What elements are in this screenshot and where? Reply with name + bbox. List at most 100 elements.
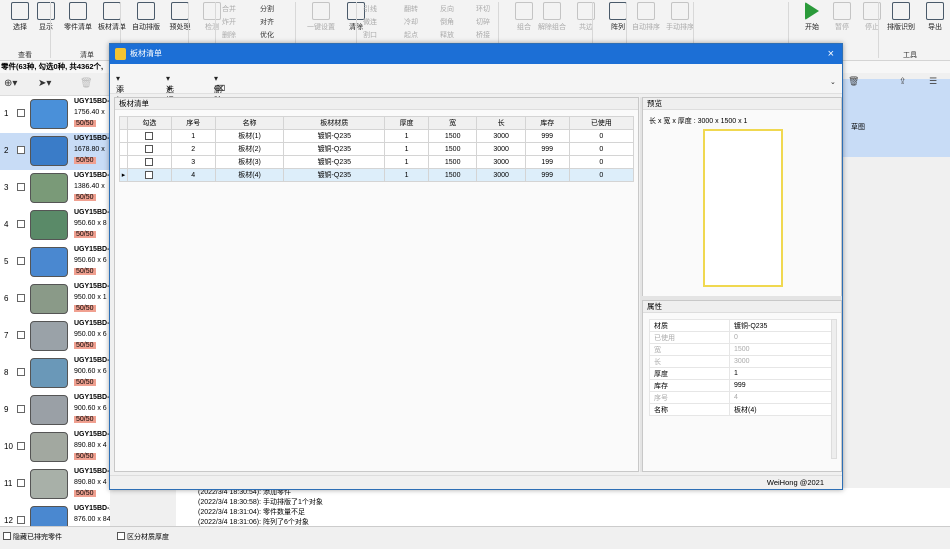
- ribbon-small-button-16[interactable]: 切碎: [476, 17, 490, 27]
- part-checkbox[interactable]: [17, 331, 25, 339]
- property-row[interactable]: 库存 999: [649, 379, 833, 392]
- ribbon-small-button-14[interactable]: 释放: [440, 30, 454, 40]
- scrollbar[interactable]: [831, 319, 837, 459]
- property-value[interactable]: 镀铜-Q235: [729, 319, 833, 332]
- part-checkbox[interactable]: [17, 442, 25, 450]
- property-value[interactable]: 999: [729, 379, 833, 392]
- part-thumbnail: [30, 321, 68, 351]
- column-header[interactable]: 名称: [214, 116, 285, 130]
- trash-icon[interactable]: 🗑: [848, 76, 859, 87]
- property-value[interactable]: 0: [729, 331, 833, 344]
- property-value[interactable]: 1500: [729, 343, 833, 356]
- column-header[interactable]: 宽: [427, 116, 478, 130]
- column-header[interactable]: 序号: [170, 116, 216, 130]
- row-checkbox-cell[interactable]: [127, 129, 172, 143]
- ribbon-small-button-11[interactable]: 起点: [404, 30, 418, 40]
- ribbon-small-button-6[interactable]: 引线: [363, 4, 377, 14]
- delete-button[interactable]: ⌫ 删除 ▾: [214, 74, 225, 105]
- list-item[interactable]: 10 UGY15BD- 890.80 x 4 50/50: [0, 429, 110, 466]
- menu-icon[interactable]: ☰: [929, 76, 937, 87]
- part-quantity: 50/50: [74, 453, 96, 460]
- row-checkbox[interactable]: [145, 132, 154, 140]
- close-button[interactable]: ×: [828, 44, 834, 64]
- ribbon-button-19[interactable]: 导出: [915, 2, 950, 40]
- ribbon-small-button-7[interactable]: 微连: [363, 17, 377, 27]
- property-value[interactable]: 板材(4): [729, 403, 833, 416]
- list-item[interactable]: 4 UGY15BD- 950.60 x 8 50/50: [0, 207, 110, 244]
- ribbon-small-button-9[interactable]: 翻转: [404, 4, 418, 14]
- select-button[interactable]: ➤ 选择 ▾: [166, 74, 174, 105]
- cursor-icon[interactable]: ➤▾: [38, 78, 51, 89]
- property-row[interactable]: 长 3000: [649, 355, 833, 368]
- ribbon-small-button-17[interactable]: 桥接: [476, 30, 490, 40]
- add-icon[interactable]: ⊕▾: [4, 78, 17, 89]
- row-checkbox[interactable]: [145, 158, 154, 166]
- row-checkbox-cell[interactable]: [127, 168, 172, 182]
- ribbon-small-button-15[interactable]: 环切: [476, 4, 490, 14]
- list-item[interactable]: 3 UGY15BD- 1386.40 x 50/50: [0, 170, 110, 207]
- table-row[interactable]: 1 板材(1) 镀铜-Q235 1 1500 3000 999 0: [119, 129, 635, 143]
- part-checkbox[interactable]: [17, 146, 25, 154]
- property-value[interactable]: 1: [729, 367, 833, 380]
- ribbon-button-14[interactable]: 手动排序: [660, 2, 700, 40]
- dialog-title-bar[interactable]: 板材清单 ×: [110, 44, 842, 64]
- column-header[interactable]: 勾选: [127, 116, 172, 130]
- distinguish-thickness-checkbox[interactable]: [117, 532, 125, 540]
- ribbon-small-button-0[interactable]: 合并: [222, 4, 236, 14]
- property-row[interactable]: 名称 板材(4): [649, 403, 833, 416]
- upload-icon[interactable]: ⇪: [899, 76, 907, 87]
- list-item[interactable]: 12 UGY15BD-X6-01-01(1) 876.00 x 846.00: [0, 503, 110, 526]
- list-item[interactable]: 8 UGY15BD- 900.60 x 6 50/50: [0, 355, 110, 392]
- row-checkbox[interactable]: [145, 171, 154, 179]
- list-item[interactable]: 1 UGY15BD- 1756.40 x 50/50: [0, 96, 110, 133]
- property-row[interactable]: 材质 镀铜-Q235: [649, 319, 833, 332]
- ribbon-small-button-10[interactable]: 冷却: [404, 17, 418, 27]
- list-item[interactable]: 6 UGY15BD- 950.00 x 1 50/50: [0, 281, 110, 318]
- ribbon-small-button-12[interactable]: 反向: [440, 4, 454, 14]
- part-checkbox[interactable]: [17, 479, 25, 487]
- trash-icon[interactable]: 🗑: [80, 78, 93, 89]
- property-row[interactable]: 宽 1500: [649, 343, 833, 356]
- part-checkbox[interactable]: [17, 368, 25, 376]
- ribbon-small-button-2[interactable]: 分割: [260, 4, 274, 14]
- ribbon-small-button-3[interactable]: 删除: [222, 30, 236, 40]
- property-row[interactable]: 序号 4: [649, 391, 833, 404]
- row-checkbox-cell[interactable]: [127, 142, 172, 156]
- property-value[interactable]: 3000: [729, 355, 833, 368]
- ribbon-small-button-5[interactable]: 优化: [260, 30, 274, 40]
- column-header[interactable]: 长: [476, 116, 526, 130]
- part-checkbox[interactable]: [17, 294, 25, 302]
- ribbon-button-7[interactable]: 一键设置: [301, 2, 341, 40]
- part-checkbox[interactable]: [17, 257, 25, 265]
- list-item[interactable]: 9 UGY15BD- 900.60 x 6 50/50: [0, 392, 110, 429]
- list-item[interactable]: 7 UGY15BD- 950.00 x 6 50/50: [0, 318, 110, 355]
- part-checkbox[interactable]: [17, 405, 25, 413]
- row-checkbox-cell[interactable]: [127, 155, 172, 169]
- column-header[interactable]: 已使用: [568, 116, 635, 130]
- hide-finished-checkbox[interactable]: [3, 532, 11, 540]
- column-header[interactable]: 板材材质: [283, 116, 386, 130]
- table-row[interactable]: 3 板材(3) 镀铜-Q235 1 1500 3000 199 0: [119, 155, 635, 169]
- table-row[interactable]: 2 板材(2) 镀铜-Q235 1 1500 3000 999 0: [119, 142, 635, 156]
- property-row[interactable]: 厚度 1: [649, 367, 833, 380]
- table-row[interactable]: ▸ 4 板材(4) 镀铜-Q235 1 1500 3000 999 0: [119, 168, 635, 182]
- list-item[interactable]: 2 UGY15BD- 1678.80 x 50/50: [0, 133, 110, 170]
- part-checkbox[interactable]: [17, 516, 25, 524]
- part-checkbox[interactable]: [17, 220, 25, 228]
- list-item[interactable]: 5 UGY15BD- 950.60 x 6 50/50: [0, 244, 110, 281]
- ribbon-small-button-1[interactable]: 炸开: [222, 17, 236, 27]
- row-checkbox[interactable]: [145, 145, 154, 153]
- property-value[interactable]: 4: [729, 391, 833, 404]
- column-header[interactable]: 厚度: [384, 116, 429, 130]
- ribbon-small-button-8[interactable]: 割口: [363, 30, 377, 40]
- ribbon-small-button-13[interactable]: 倒角: [440, 17, 454, 27]
- list-item[interactable]: 11 UGY15BD- 890.80 x 4 50/50: [0, 466, 110, 503]
- part-checkbox[interactable]: [17, 109, 25, 117]
- chevron-down-icon[interactable]: ⌄: [830, 78, 836, 86]
- column-header[interactable]: 库存: [524, 116, 570, 130]
- part-thumbnail: [30, 284, 68, 314]
- ribbon-small-button-4[interactable]: 对齐: [260, 17, 274, 27]
- add-button[interactable]: ＋ 添加 ▾: [116, 74, 124, 105]
- property-row[interactable]: 已使用 0: [649, 331, 833, 344]
- part-checkbox[interactable]: [17, 183, 25, 191]
